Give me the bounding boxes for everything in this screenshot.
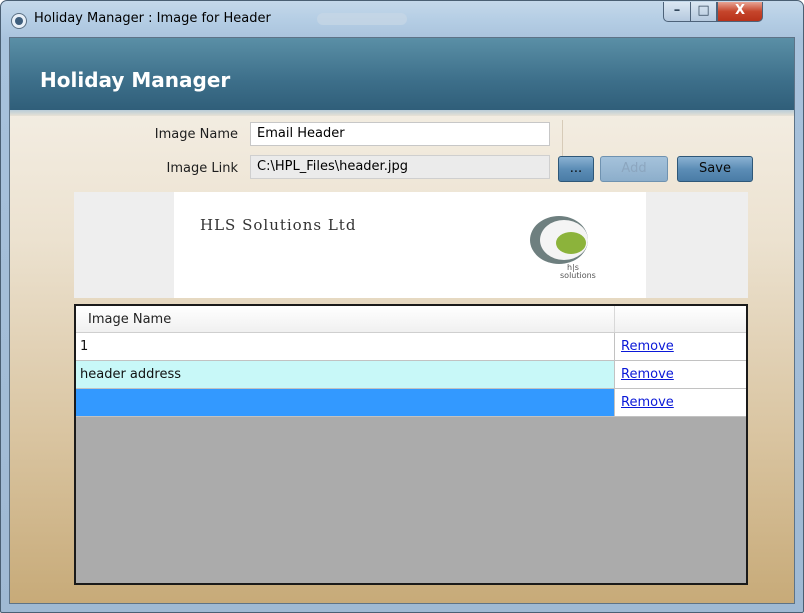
minimize-button[interactable]: –	[663, 2, 691, 22]
minimize-icon: –	[673, 3, 681, 18]
row-action-cell: Remove	[614, 389, 746, 416]
image-link-label: Image Link	[166, 161, 238, 176]
remove-link[interactable]: Remove	[621, 367, 674, 382]
client-area: Holiday Manager Image Name Email Header …	[9, 37, 795, 604]
maximize-button[interactable]: □	[690, 2, 717, 22]
row-image-name: 1	[80, 339, 89, 354]
add-button[interactable]: Add	[600, 156, 668, 182]
title-bar[interactable]: Holiday Manager : Image for Header – □ X	[1, 1, 803, 37]
header-banner: Holiday Manager	[10, 38, 794, 116]
row-action-cell: Remove	[614, 361, 746, 388]
app-icon	[11, 13, 27, 29]
image-name-label: Image Name	[154, 127, 238, 142]
table-row[interactable]: 1 Remove	[76, 333, 746, 361]
banner-title: Holiday Manager	[40, 68, 231, 92]
images-grid: Image Name 1 Remove header address Remove Re…	[74, 304, 748, 585]
row-action-cell: Remove	[614, 333, 746, 360]
row-image-name: header address	[80, 367, 182, 382]
close-button[interactable]: X	[717, 2, 763, 22]
save-button[interactable]: Save	[677, 156, 753, 182]
close-icon: X	[734, 3, 746, 18]
maximize-icon: □	[697, 3, 710, 18]
grid-header: Image Name	[76, 306, 746, 333]
app-window: Holiday Manager : Image for Header – □ X…	[0, 0, 804, 613]
header-image-preview: HLS Solutions Ltd h|s solutions	[74, 192, 748, 298]
remove-link[interactable]: Remove	[621, 339, 674, 354]
column-header-image-name[interactable]: Image Name	[88, 312, 171, 327]
table-row[interactable]: Remove	[76, 389, 746, 417]
column-separator	[614, 306, 615, 332]
company-name: HLS Solutions Ltd	[200, 216, 357, 234]
preview-canvas: HLS Solutions Ltd h|s solutions	[174, 192, 646, 298]
remove-link[interactable]: Remove	[621, 395, 674, 410]
window-title: Holiday Manager : Image for Header	[34, 11, 271, 26]
browse-button[interactable]: ...	[558, 156, 594, 182]
title-blur-decoration	[317, 13, 407, 25]
image-name-input[interactable]: Email Header	[250, 122, 550, 146]
table-row[interactable]: header address Remove	[76, 361, 746, 389]
logo-caption: h|s solutions	[560, 263, 596, 280]
image-link-input[interactable]: C:\HPL_Files\header.jpg	[250, 155, 550, 179]
